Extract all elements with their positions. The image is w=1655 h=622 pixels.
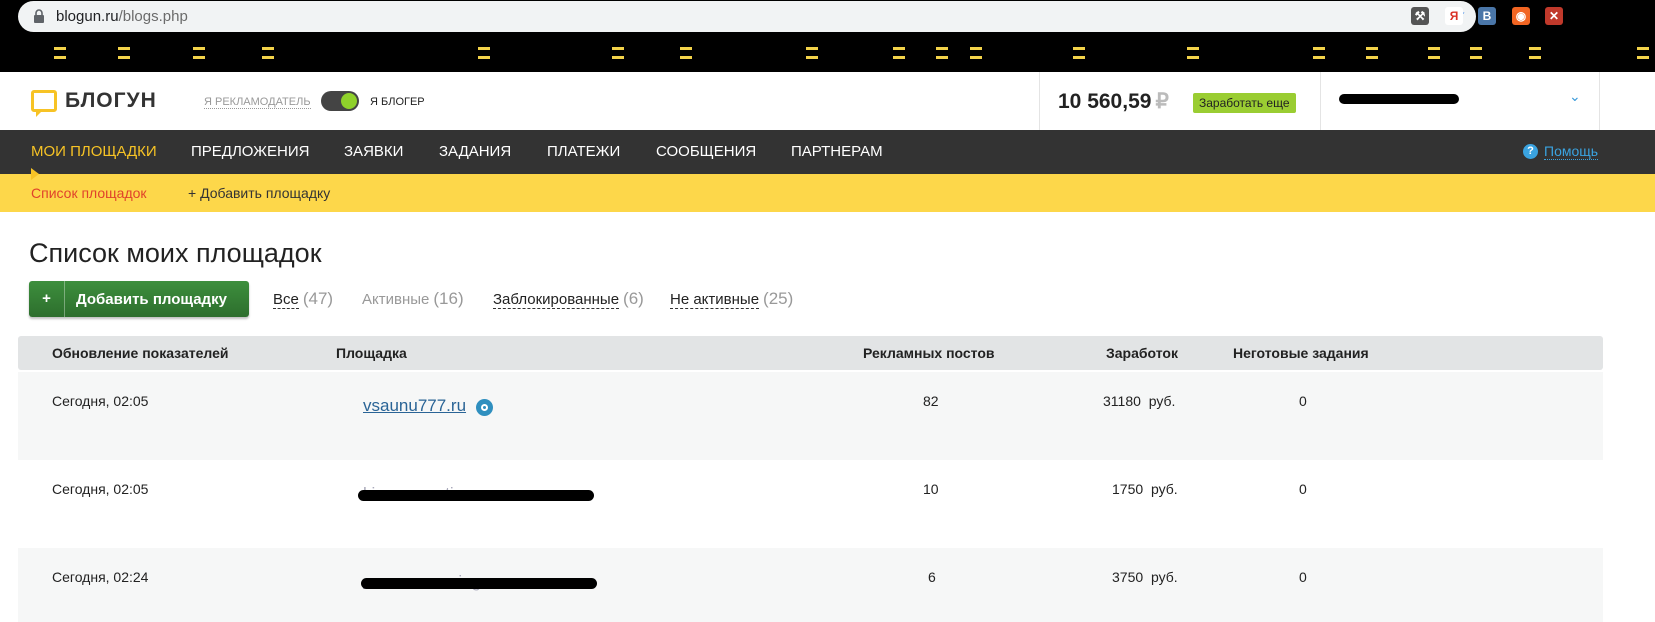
eye-icon[interactable] xyxy=(476,398,494,416)
col-updated[interactable]: Обновление показателей xyxy=(52,345,228,361)
row-earnings: 1750 руб. xyxy=(1112,481,1178,497)
help-label: Помощь xyxy=(1544,143,1599,160)
bookmark-folder-icon[interactable] xyxy=(54,46,66,60)
bookmark-folder-icon[interactable] xyxy=(612,46,624,60)
bookmark-folder-icon[interactable] xyxy=(1529,46,1541,60)
filter-active[interactable]: Активные (16) xyxy=(362,289,464,309)
row-updated: Сегодня, 02:05 xyxy=(52,393,149,409)
nav-partners[interactable]: ПАРТНЕРАМ xyxy=(791,143,883,160)
col-pending[interactable]: Неготовые задания xyxy=(1233,345,1369,361)
filter-all[interactable]: Все (47) xyxy=(273,289,333,309)
sub-nav: Список площадок + Добавить площадку xyxy=(0,174,1655,212)
nav-tasks[interactable]: ЗАДАНИЯ xyxy=(439,143,511,160)
bookmark-folder-icon[interactable] xyxy=(680,46,692,60)
nav-requests[interactable]: ЗАЯВКИ xyxy=(344,143,403,160)
nav-my-sites[interactable]: МОИ ПЛОЩАДКИ xyxy=(31,143,157,160)
yandex-icon[interactable]: Я xyxy=(1445,7,1463,25)
browser-chrome: blogun.ru/blogs.php ★ ⚒ Я В ◉ ✕ xyxy=(0,0,1655,72)
help-link[interactable]: ? Помощь xyxy=(1523,143,1599,160)
earn-more-button[interactable]: Заработать еще xyxy=(1193,93,1296,113)
bookmarks-bar xyxy=(0,38,1655,72)
redacted-username xyxy=(1339,94,1459,104)
balance-amount: 10 560,59 ₽ xyxy=(1058,90,1169,113)
bookmark-folder-icon[interactable] xyxy=(1470,46,1482,60)
logo-text: БЛОГУН xyxy=(65,89,157,112)
bookmark-folder-icon[interactable] xyxy=(806,46,818,60)
table-row: Сегодня, 02:05 kino-novosti.ru 10 1750 р… xyxy=(18,460,1603,548)
balance-panel: 10 560,59 ₽ Заработать еще xyxy=(1039,72,1321,130)
bookmark-folder-icon[interactable] xyxy=(193,46,205,60)
main-nav: МОИ ПЛОЩАДКИ ПРЕДЛОЖЕНИЯ ЗАЯВКИ ЗАДАНИЯ … xyxy=(0,130,1655,174)
row-posts: 6 xyxy=(928,569,936,585)
bookmark-folder-icon[interactable] xyxy=(893,46,905,60)
toggle-knob xyxy=(341,93,357,109)
nav-offers[interactable]: ПРЕДЛОЖЕНИЯ xyxy=(191,143,309,160)
bookmark-folder-icon[interactable] xyxy=(1366,46,1378,60)
add-site-label: Добавить площадку xyxy=(76,290,227,308)
row-earnings: 31180 руб. xyxy=(1103,393,1176,409)
row-updated: Сегодня, 02:05 xyxy=(52,481,149,497)
nav-payments[interactable]: ПЛАТЕЖИ xyxy=(547,143,620,160)
bookmark-folder-icon[interactable] xyxy=(970,46,982,60)
row-updated: Сегодня, 02:24 xyxy=(52,569,149,585)
bookmark-folder-icon[interactable] xyxy=(936,46,948,60)
role-toggle[interactable] xyxy=(321,91,359,111)
filter-inactive[interactable]: Не активные (25) xyxy=(670,289,793,309)
redaction-scribble xyxy=(358,490,594,501)
bookmark-folder-icon[interactable] xyxy=(262,46,274,60)
filter-blocked[interactable]: Заблокированные (6) xyxy=(493,289,644,309)
add-site-button[interactable]: + Добавить площадку xyxy=(29,281,249,317)
help-icon: ? xyxy=(1523,144,1538,159)
table-header: Обновление показателей Площадка Рекламны… xyxy=(18,336,1603,370)
bookmark-folder-icon[interactable] xyxy=(1428,46,1440,60)
bookmark-folder-icon[interactable] xyxy=(118,46,130,60)
col-site[interactable]: Площадка xyxy=(336,345,407,361)
logo-icon xyxy=(31,90,57,117)
bookmark-folder-icon[interactable] xyxy=(1073,46,1085,60)
tool-icon[interactable]: ⚒ xyxy=(1411,7,1429,25)
nav-messages[interactable]: СООБЩЕНИЯ xyxy=(656,143,756,160)
row-posts: 10 xyxy=(923,481,939,497)
col-posts[interactable]: Рекламных постов xyxy=(863,345,995,361)
row-pending: 0 xyxy=(1299,393,1307,409)
url-text: blogun.ru/blogs.php xyxy=(56,8,188,25)
site-header: БЛОГУН Я РЕКЛАМОДАТЕЛЬ Я БЛОГЕР 10 560,5… xyxy=(0,72,1655,130)
red-square-icon[interactable]: ✕ xyxy=(1545,7,1563,25)
bookmark-folder-icon[interactable] xyxy=(1313,46,1325,60)
user-menu[interactable]: ⌄ xyxy=(1321,72,1600,130)
table-row: Сегодня, 02:05 vsaunu777.ru 82 31180 руб… xyxy=(18,372,1603,460)
site-link[interactable]: vsaunu777.ru xyxy=(363,396,466,415)
site-logo[interactable]: БЛОГУН xyxy=(31,89,157,117)
plus-icon: + xyxy=(29,281,65,317)
row-earnings: 3750 руб. xyxy=(1112,569,1178,585)
row-posts: 82 xyxy=(923,393,939,409)
bookmark-folder-icon[interactable] xyxy=(1187,46,1199,60)
active-nav-pointer xyxy=(31,168,39,180)
role-blogger-label: Я БЛОГЕР xyxy=(370,96,425,108)
page-title: Список моих площадок xyxy=(29,238,322,268)
lock-icon xyxy=(34,9,44,23)
redaction-scribble xyxy=(361,578,597,589)
subnav-add-site[interactable]: + Добавить площадку xyxy=(188,185,330,201)
role-advertiser-link[interactable]: Я РЕКЛАМОДАТЕЛЬ xyxy=(204,96,311,109)
row-site: vsaunu777.ru xyxy=(363,396,494,416)
bookmark-folder-icon[interactable] xyxy=(1637,46,1649,60)
rss-icon[interactable]: ◉ xyxy=(1512,7,1530,25)
table-row: Сегодня, 02:24 comesecrewing.ru 6 3750 р… xyxy=(18,548,1603,622)
col-earnings[interactable]: Заработок xyxy=(1106,345,1178,361)
bookmark-folder-icon[interactable] xyxy=(478,46,490,60)
address-bar[interactable]: blogun.ru/blogs.php ★ xyxy=(18,1,1476,32)
subnav-site-list[interactable]: Список площадок xyxy=(31,185,147,201)
vk-icon[interactable]: В xyxy=(1478,7,1496,25)
row-pending: 0 xyxy=(1299,481,1307,497)
chevron-down-icon[interactable]: ⌄ xyxy=(1569,88,1581,105)
row-pending: 0 xyxy=(1299,569,1307,585)
